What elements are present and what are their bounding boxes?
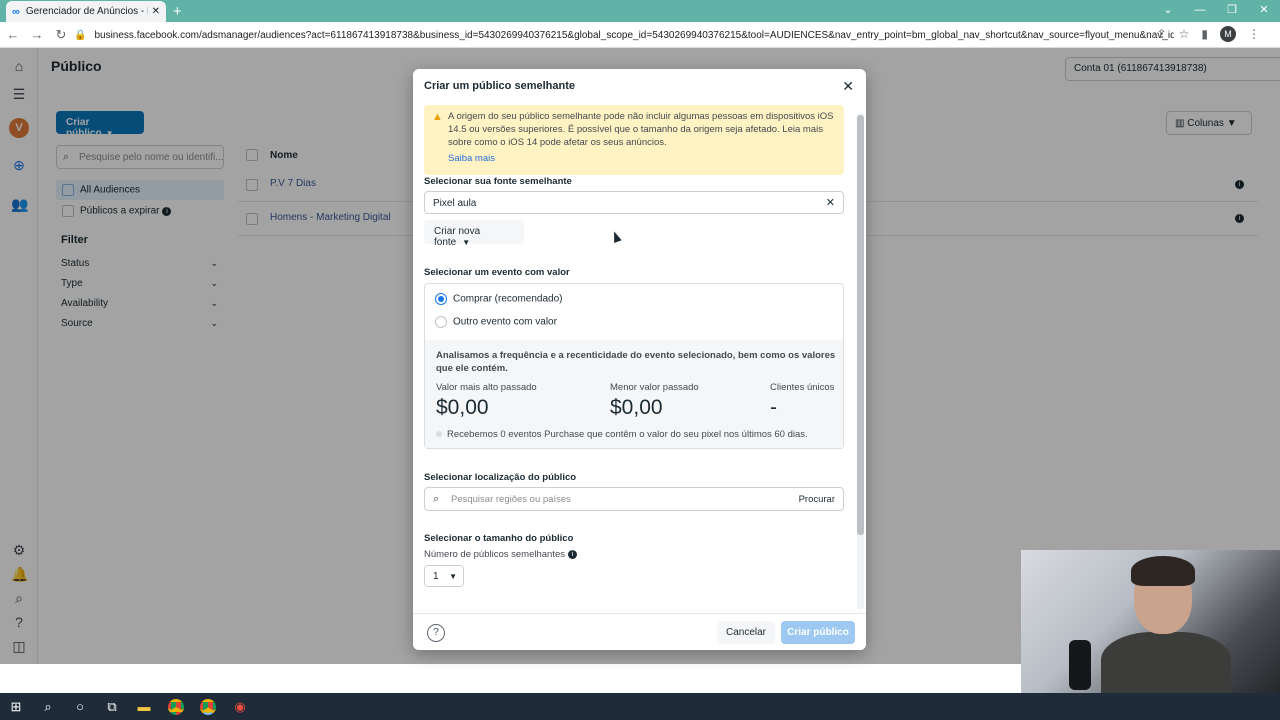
- warning-text: A origem do seu público semelhante pode …: [448, 111, 834, 148]
- count-label-text: Número de públicos semelhantes: [424, 549, 565, 560]
- forward-icon[interactable]: →: [26, 27, 48, 42]
- close-icon[interactable]: ✕: [842, 78, 854, 95]
- source-value: Pixel aula: [433, 198, 477, 209]
- window-controls: ⌄ — ❐ ✕: [1152, 0, 1280, 22]
- scrollbar-thumb[interactable]: [857, 115, 864, 535]
- close-tab-icon[interactable]: ✕: [152, 6, 160, 17]
- search-icon: ⌕: [433, 493, 440, 505]
- event-option-label: Outro evento com valor: [453, 316, 557, 328]
- caret-down-icon: ▼: [449, 572, 457, 581]
- search-icon[interactable]: ⌕: [32, 699, 64, 715]
- event-stats-panel: Analisamos a frequência e a recenticidad…: [425, 340, 843, 448]
- source-field[interactable]: Pixel aula ✕: [424, 191, 844, 214]
- url-field[interactable]: 🔒 business.facebook.com/adsmanager/audie…: [74, 25, 1174, 45]
- location-search-button[interactable]: Procurar: [799, 494, 835, 505]
- location-search-input[interactable]: ⌕ Pesquisar regiões ou países Procurar: [424, 487, 844, 511]
- reload-icon[interactable]: ↻: [50, 27, 72, 43]
- cortana-icon[interactable]: ○: [64, 699, 96, 714]
- new-tab-icon[interactable]: +: [173, 3, 182, 20]
- close-window-icon[interactable]: ✕: [1248, 0, 1280, 22]
- stat-label: Valor mais alto passado: [436, 382, 537, 393]
- browser-tab[interactable]: ∞ Gerenciador de Anúncios - Públic ✕: [6, 1, 166, 22]
- profile-avatar[interactable]: M: [1220, 26, 1236, 42]
- chevron-down-icon[interactable]: ⌄: [1152, 0, 1184, 22]
- sidebar-icon[interactable]: ▮: [1201, 27, 1208, 41]
- source-heading: Selecionar sua fonte semelhante: [424, 176, 572, 187]
- stat-value: $0,00: [436, 396, 489, 419]
- task-view-icon[interactable]: ⧉: [96, 699, 128, 715]
- meta-logo-icon: ∞: [12, 5, 20, 18]
- webcam-overlay: [1021, 550, 1280, 693]
- stat-value: $0,00: [610, 396, 663, 419]
- count-select[interactable]: 1 ▼: [424, 565, 464, 587]
- event-description: Analisamos a frequência e a recenticidad…: [436, 350, 836, 374]
- event-option-purchase[interactable]: Comprar (recomendado): [435, 293, 563, 305]
- count-label: Número de públicos semelhantes i: [424, 549, 577, 560]
- event-heading: Selecionar um evento com valor: [424, 267, 570, 278]
- event-note: Recebemos 0 eventos Purchase que contêm …: [436, 429, 808, 440]
- event-note-text: Recebemos 0 eventos Purchase que contêm …: [447, 429, 808, 440]
- create-audience-submit-button[interactable]: Criar público: [781, 621, 855, 644]
- address-bar: ← → ↻ 🔒 business.facebook.com/adsmanager…: [0, 22, 1280, 48]
- windows-start-icon[interactable]: ⊞: [0, 699, 32, 715]
- event-box: Comprar (recomendado) Outro evento com v…: [424, 283, 844, 449]
- lookalike-audience-modal: Criar um público semelhante ✕ ▲ A origem…: [413, 69, 866, 650]
- caret-down-icon: ▼: [462, 238, 471, 247]
- person-hair: [1131, 556, 1195, 586]
- person-body: [1101, 632, 1231, 693]
- windows-taskbar: ⊞ ⌕ ○ ⧉ ▬ ◉: [0, 693, 1280, 720]
- browser-tab-title: Gerenciador de Anúncios - Públic: [25, 6, 148, 17]
- radio-selected[interactable]: [435, 293, 447, 305]
- warning-icon: ▲: [432, 111, 443, 123]
- modal-footer: ? Cancelar Criar público: [413, 613, 866, 650]
- stat-label: Menor valor passado: [610, 382, 699, 393]
- microphone: [1069, 640, 1091, 690]
- restore-icon[interactable]: ❐: [1216, 0, 1248, 22]
- address-bar-actions: ⇪ ☆ ▮ M ⋮: [1157, 26, 1260, 42]
- chrome-profile-icon[interactable]: [200, 698, 216, 715]
- modal-title: Criar um público semelhante: [424, 80, 575, 92]
- stat-label: Clientes únicos: [770, 382, 835, 393]
- url-text: business.facebook.com/adsmanager/audienc…: [94, 29, 1174, 41]
- minimize-icon[interactable]: —: [1184, 0, 1216, 22]
- clear-icon[interactable]: ✕: [826, 196, 835, 209]
- learn-more-link[interactable]: Saiba mais: [448, 152, 836, 165]
- size-heading: Selecionar o tamanho do público: [424, 533, 574, 544]
- info-icon[interactable]: i: [568, 549, 577, 559]
- file-explorer-icon[interactable]: ▬: [128, 699, 160, 714]
- help-icon[interactable]: ?: [427, 624, 445, 642]
- bookmark-star-icon[interactable]: ☆: [1179, 27, 1190, 41]
- share-icon[interactable]: ⇪: [1157, 27, 1167, 41]
- chrome-icon[interactable]: [168, 698, 184, 715]
- modal-scrollbar[interactable]: [857, 113, 864, 609]
- browser-tabbar: ∞ Gerenciador de Anúncios - Públic ✕ + ⌄…: [0, 0, 1280, 22]
- create-new-source-button[interactable]: Criar nova fonte ▼: [424, 220, 524, 248]
- dot-icon: [436, 431, 442, 438]
- radio-unselected[interactable]: [435, 316, 447, 328]
- event-option-other[interactable]: Outro evento com valor: [435, 316, 557, 328]
- count-value: 1: [433, 571, 439, 582]
- stat-value: -: [770, 396, 777, 419]
- lock-icon: 🔒: [74, 29, 87, 41]
- create-new-source-label: Criar nova fonte: [434, 226, 481, 248]
- menu-dots-icon[interactable]: ⋮: [1248, 27, 1260, 41]
- cancel-button[interactable]: Cancelar: [717, 621, 775, 644]
- location-heading: Selecionar localização do público: [424, 472, 577, 483]
- back-icon[interactable]: ←: [2, 27, 24, 42]
- ios-warning-banner: ▲ A origem do seu público semelhante pod…: [424, 105, 844, 175]
- event-option-label: Comprar (recomendado): [453, 293, 563, 305]
- app-icon[interactable]: ◉: [224, 699, 256, 715]
- location-placeholder: Pesquisar regiões ou países: [451, 494, 571, 505]
